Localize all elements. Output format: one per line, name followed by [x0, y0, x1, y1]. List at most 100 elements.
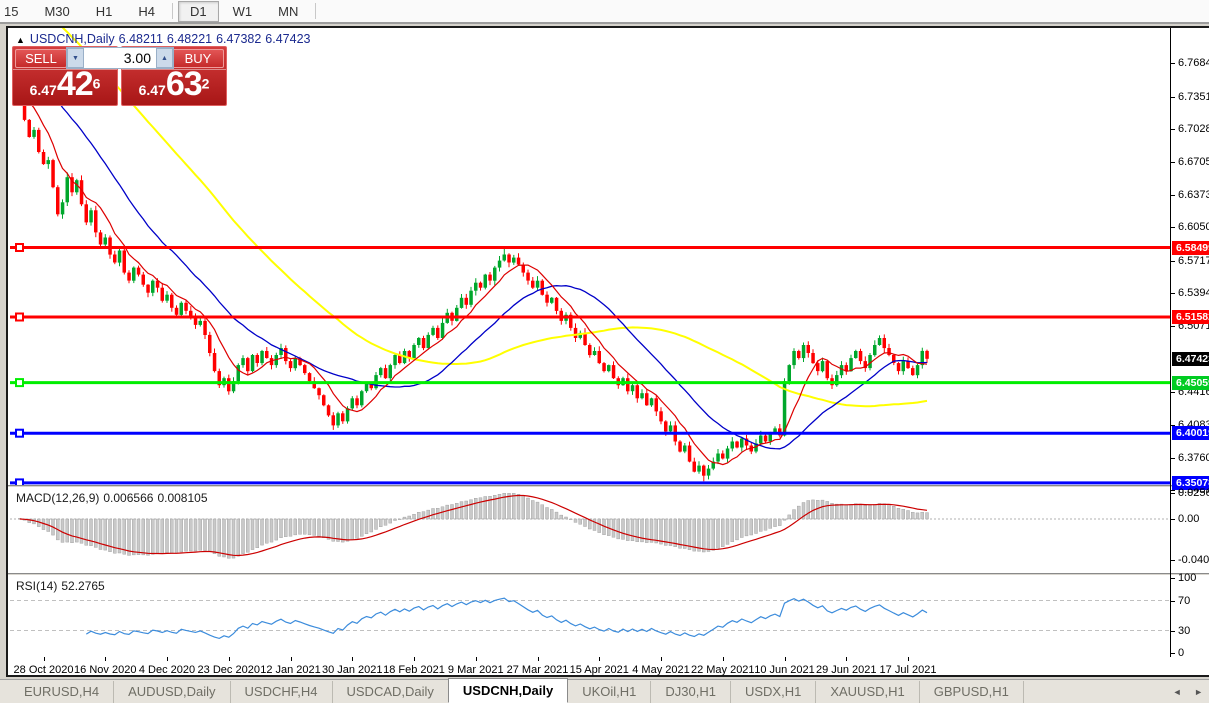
chart-tab-usdcnh[interactable]: USDCNH,Daily	[447, 678, 569, 703]
one-click-trading-panel: SELL 6.47426 BUY 6.47632 ▼ ▲	[12, 46, 228, 106]
tab-scroll-right-icon[interactable]: ►	[1194, 687, 1203, 697]
axis-tick	[1170, 630, 1175, 632]
price-axis-label: 6.37605	[1178, 451, 1209, 464]
chart-tab-usdcad[interactable]: USDCAD,Daily	[333, 681, 449, 703]
timeframe-button-h1[interactable]: H1	[84, 1, 125, 22]
date-axis-label: 22 May 2021	[690, 664, 755, 676]
pane-separator-2[interactable]	[8, 573, 1209, 576]
timeframe-button-d1[interactable]: D1	[178, 0, 219, 22]
axis-tick	[1170, 325, 1175, 327]
date-axis-tick	[784, 657, 786, 661]
current-price-badge: 6.47423	[1172, 351, 1209, 366]
rsi-axis-label: 0	[1178, 647, 1185, 659]
chart-tab-gbpusd[interactable]: GBPUSD,H1	[920, 681, 1024, 703]
axis-tick	[1170, 489, 1175, 491]
chart-window: ▲ USDCNH,Daily 6.48211 6.48221 6.47382 6.4742…	[6, 26, 1209, 677]
collapse-triangle-icon[interactable]: ▲	[16, 35, 25, 45]
date-axis-tick	[167, 657, 168, 661]
axis-tick	[1170, 653, 1175, 654]
buy-price[interactable]: 6.47632	[122, 65, 226, 104]
date-axis-label: 17 Jul 2021	[879, 664, 937, 676]
date-axis-label: 18 Feb 2021	[383, 664, 445, 676]
timeframe-button-mn[interactable]: MN	[266, 1, 310, 22]
rsi-axis-label: 70	[1178, 594, 1191, 607]
price-axis-label: 6.67055	[1178, 155, 1209, 168]
price-axis-line	[1170, 28, 1171, 657]
quote-close: 6.47423	[265, 32, 311, 46]
axis-tick	[1170, 578, 1175, 579]
volume-increase-button[interactable]: ▲	[156, 48, 173, 68]
axis-tick	[1170, 600, 1175, 602]
date-axis-label: 27 Mar 2021	[506, 664, 569, 676]
rsi-pane[interactable]	[10, 577, 1170, 657]
buy-price-sup: 2	[201, 75, 210, 92]
axis-tick	[1170, 260, 1175, 262]
rsi-value: 52.2765	[61, 579, 105, 593]
quote-high: 6.48221	[166, 32, 213, 46]
date-axis-tick	[228, 657, 230, 661]
sell-price[interactable]: 6.47426	[13, 65, 117, 104]
chart-tab-usdx[interactable]: USDX,H1	[731, 681, 817, 703]
hline-price-badge: 6.45059	[1172, 375, 1209, 390]
date-axis-label: 4 May 2021	[632, 664, 690, 676]
price-axis-label: 6.57175	[1178, 254, 1209, 267]
chart-tab-xauusd[interactable]: XAUUSD,H1	[816, 681, 920, 703]
price-axis-label: 6.63730	[1178, 188, 1209, 201]
sell-price-prefix: 6.47	[29, 82, 57, 98]
date-axis-tick	[908, 657, 909, 661]
date-axis-label: 12 Jan 2021	[260, 664, 321, 676]
axis-tick	[1170, 391, 1175, 393]
axis-tick	[1170, 63, 1175, 65]
axis-tick	[1170, 194, 1175, 196]
date-axis-label: 23 Dec 2020	[197, 664, 260, 676]
timeframe-button-w1[interactable]: W1	[221, 1, 265, 22]
date-axis-tick	[290, 657, 292, 661]
chart-tab-ukoil[interactable]: UKOil,H1	[568, 681, 652, 703]
buy-price-prefix: 6.47	[138, 82, 166, 98]
pane-separator-1[interactable]	[8, 485, 1209, 488]
date-axis-label: 30 Jan 2021	[321, 664, 383, 676]
timeframe-button-m30[interactable]: M30	[32, 1, 81, 22]
date-axis-tick	[661, 657, 662, 661]
date-axis-label: 15 Apr 2021	[569, 664, 629, 676]
date-axis-label: 16 Nov 2020	[74, 664, 137, 676]
rsi-axis-label: 100	[1178, 572, 1197, 584]
volume-decrease-button[interactable]: ▼	[67, 48, 84, 68]
timeframe-button-h4[interactable]: H4	[126, 1, 167, 22]
axis-tick	[1170, 457, 1175, 459]
axis-tick	[1170, 227, 1175, 229]
price-axis-label: 6.76840	[1178, 57, 1209, 70]
chart-tab-eurusd[interactable]: EURUSD,H4	[10, 681, 115, 703]
date-axis-tick	[43, 657, 45, 661]
chart-tab-bar: EURUSD,H4 AUDUSD,Daily USDCHF,H4 USDCAD,Dai…	[0, 678, 1209, 703]
date-axis-label: 29 Jun 2021	[815, 664, 877, 676]
date-axis-tick	[352, 657, 354, 661]
axis-tick	[1170, 559, 1175, 561]
macd-signal-value: 0.008105	[157, 491, 208, 505]
date-axis-label: 4 Dec 2020	[138, 664, 196, 676]
toolbar-separator	[315, 3, 317, 19]
axis-tick	[1170, 493, 1175, 494]
quote-open: 6.48211	[118, 32, 163, 46]
tab-scroll-left-icon[interactable]: ◄	[1173, 687, 1182, 697]
macd-label: MACD(12,26,9) 0.006566 0.008105	[16, 491, 212, 505]
hline-price-badge: 6.58499	[1172, 240, 1209, 255]
chart-tab-audusd[interactable]: AUDUSD,Daily	[114, 681, 231, 703]
macd-main-value: 0.006566	[103, 491, 154, 505]
chart-tab-usdchf[interactable]: USDCHF,H4	[231, 681, 333, 703]
axis-tick	[1170, 129, 1175, 131]
sell-price-main: 42	[56, 65, 94, 103]
price-axis-label: 6.73515	[1178, 90, 1209, 103]
mt4-application: 15 M30 H1 H4 D1 W1 MN ▲ USDCNH,Daily 6.48211 6.48…	[0, 0, 1209, 703]
rsi-name: RSI(14)	[16, 579, 58, 593]
timeframe-button-15[interactable]: 15	[0, 1, 30, 22]
date-axis-tick	[599, 657, 601, 661]
axis-tick	[1170, 293, 1175, 295]
date-axis-label: 10 Jun 2021	[754, 664, 815, 676]
volume-input[interactable]	[84, 48, 156, 68]
toolbar-separator	[172, 3, 174, 19]
date-axis-tick	[846, 657, 848, 661]
macd-name: MACD(12,26,9)	[16, 491, 100, 505]
rsi-axis-label: 30	[1178, 624, 1191, 637]
chart-tab-dj30[interactable]: DJ30,H1	[651, 681, 731, 703]
